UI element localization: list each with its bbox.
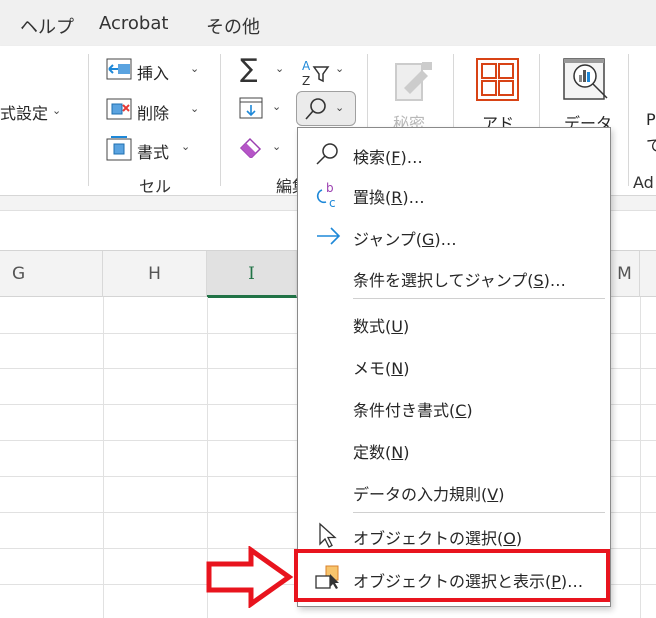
divider	[220, 54, 221, 186]
group-label-cells: セル	[139, 177, 172, 196]
arrow-right-icon	[317, 227, 341, 245]
fill-icon[interactable]	[239, 97, 263, 119]
svg-text:Z: Z	[302, 74, 310, 86]
format-cells-icon	[106, 136, 132, 161]
tab-other[interactable]: その他	[206, 13, 260, 39]
chevron-down-icon: ⌄	[335, 101, 345, 114]
menu-item-goto[interactable]: ジャンプ(G)…	[298, 216, 610, 256]
chevron-down-icon: ⌄	[272, 100, 282, 113]
menu-item-find[interactable]: 検索(F)…	[298, 134, 610, 174]
search-icon	[316, 143, 338, 165]
partial-ribbon-label: P	[646, 110, 656, 129]
data-analysis-icon	[563, 58, 608, 100]
chevron-down-icon: ⌄	[335, 62, 345, 75]
menu-item-formulas[interactable]: 数式(U)	[298, 303, 610, 343]
clear-eraser-icon[interactable]	[239, 136, 265, 158]
chevron-down-icon: ⌄	[190, 102, 200, 115]
chevron-down-icon: ⌄	[275, 62, 285, 75]
sensitivity-icon	[395, 62, 432, 101]
chevron-down-icon: ⌄	[181, 140, 191, 153]
menu-separator	[353, 512, 605, 513]
column-header-h[interactable]: H	[103, 251, 207, 297]
column-header-m[interactable]: M	[610, 251, 640, 297]
svg-text:A: A	[302, 59, 311, 73]
insert-button[interactable]: 挿入	[137, 60, 169, 84]
insert-cells-icon	[106, 58, 132, 80]
menu-separator	[353, 298, 605, 299]
tab-acrobat[interactable]: Acrobat	[99, 13, 168, 34]
menu-item-conditional-formatting[interactable]: 条件付き書式(C)	[298, 387, 610, 427]
column-header-g[interactable]: G	[0, 251, 103, 297]
find-select-dropdown-menu: 検索(F)… bc 置換(R)… ジャンプ(G)… 条件を選択してジャンプ(S)…	[297, 127, 611, 607]
svg-text:c: c	[329, 196, 336, 208]
svg-text:b: b	[326, 181, 334, 195]
format-button[interactable]: 書式	[137, 139, 169, 163]
chevron-down-icon: ⌄	[272, 140, 282, 153]
delete-button[interactable]: 削除	[137, 100, 169, 124]
annotation-arrow-icon	[206, 546, 294, 608]
search-icon	[305, 98, 326, 120]
format-as-table-button[interactable]: 式設定	[0, 100, 48, 124]
column-header-i[interactable]: I	[207, 251, 297, 298]
sort-filter-icon[interactable]: AZ	[300, 58, 330, 86]
cursor-icon	[319, 522, 337, 548]
replace-icon: bc	[316, 181, 336, 208]
highlight-box	[294, 549, 610, 602]
divider	[628, 54, 629, 186]
menu-item-notes[interactable]: メモ(N)	[298, 345, 610, 385]
addins-icon	[476, 58, 519, 101]
delete-cells-icon	[106, 98, 132, 120]
menu-bar: ヘルプ Acrobat その他	[0, 0, 656, 46]
menu-item-constants[interactable]: 定数(N)	[298, 429, 610, 469]
tab-help[interactable]: ヘルプ	[20, 13, 74, 39]
chevron-down-icon: ⌄	[52, 104, 62, 117]
menu-item-replace[interactable]: bc 置換(R)…	[298, 174, 610, 214]
find-select-button[interactable]: ⌄	[296, 91, 356, 126]
menu-item-goto-special[interactable]: 条件を選択してジャンプ(S)…	[298, 257, 610, 297]
menu-item-data-validation[interactable]: データの入力規則(V)	[298, 471, 610, 511]
partial-ribbon-label: て	[646, 136, 656, 155]
group-label-partial: Ad	[633, 173, 654, 192]
autosum-icon[interactable]: ∑	[240, 54, 258, 84]
chevron-down-icon: ⌄	[190, 62, 200, 75]
divider	[88, 54, 89, 186]
